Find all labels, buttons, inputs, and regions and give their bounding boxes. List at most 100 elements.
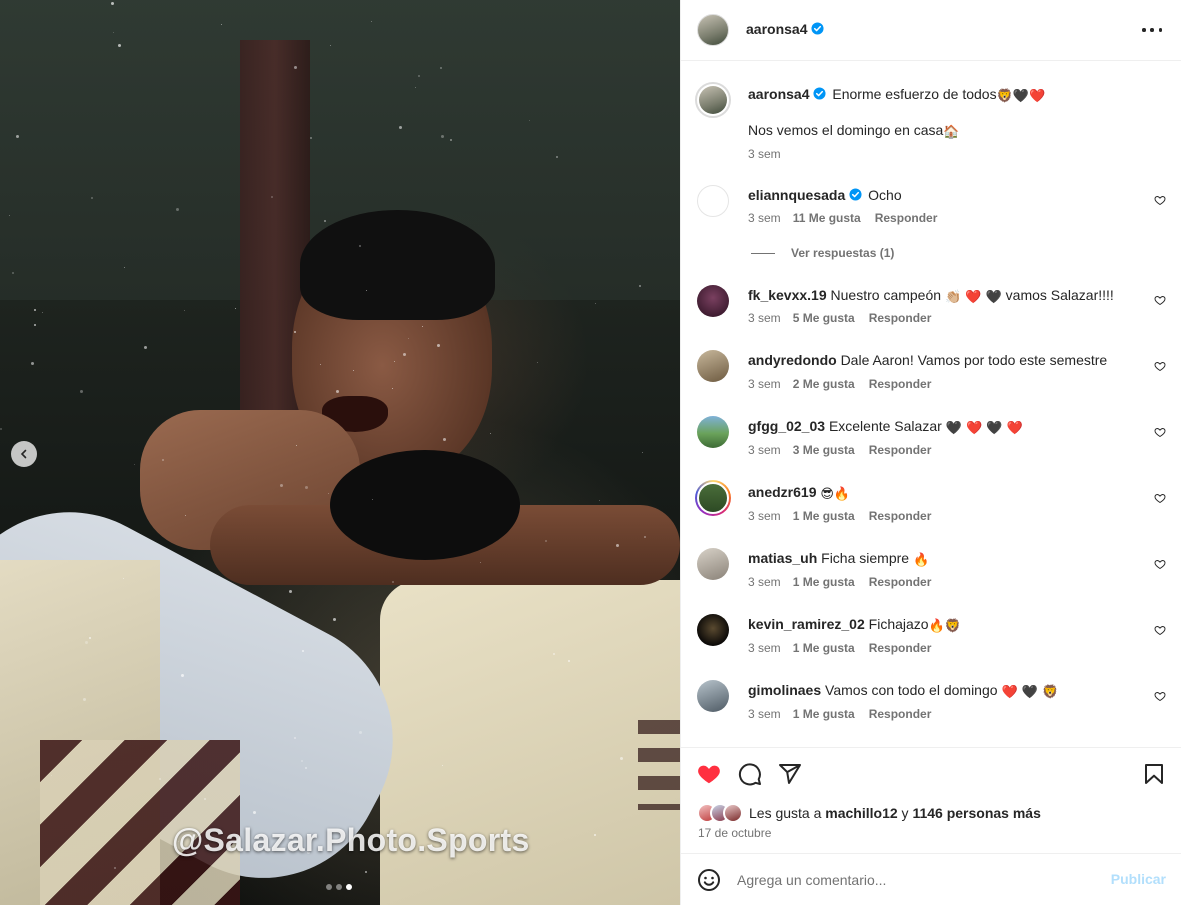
commenter-username[interactable]: eliannquesada xyxy=(748,187,845,203)
commenter-username[interactable]: gimolinaes xyxy=(748,682,821,698)
commenter-username[interactable]: matias_uh xyxy=(748,550,817,566)
rain-drop xyxy=(644,536,646,538)
commenter-avatar[interactable] xyxy=(697,416,729,448)
rain-drop xyxy=(310,137,312,139)
comment-time[interactable]: 3 sem xyxy=(748,707,781,721)
view-replies-label: Ver respuestas (1) xyxy=(791,246,895,260)
comment-text: Ficha siempre xyxy=(821,550,910,566)
liker-username[interactable]: machillo12 xyxy=(825,805,897,821)
commenter-avatar[interactable] xyxy=(697,614,729,646)
comment-time[interactable]: 3 sem xyxy=(748,443,781,457)
comment-time[interactable]: 3 sem xyxy=(748,311,781,325)
comment-like-heart-icon[interactable] xyxy=(1154,294,1166,306)
commenter-avatar[interactable] xyxy=(697,350,729,382)
rain-drop xyxy=(294,66,297,69)
author-username[interactable]: aaronsa4 xyxy=(746,21,807,37)
more-dot-icon xyxy=(1150,28,1154,32)
commenter-username[interactable]: gfgg_02_03 xyxy=(748,418,825,434)
comment-time[interactable]: 3 sem xyxy=(748,575,781,589)
post-date[interactable]: 17 de octubre xyxy=(698,826,771,840)
comment-input[interactable] xyxy=(737,864,1087,896)
comment-like-heart-icon[interactable] xyxy=(1154,492,1166,504)
caption-line2: Nos vemos el domingo en casa xyxy=(748,122,944,138)
reply-button[interactable]: Responder xyxy=(869,443,932,457)
caption-username[interactable]: aaronsa4 xyxy=(748,86,809,102)
reply-button[interactable]: Responder xyxy=(869,575,932,589)
comment-likes[interactable]: 1 Me gusta xyxy=(793,575,855,589)
clap-heart-emoji-icon: 👏🏼 ❤️ 🖤 xyxy=(944,290,1002,305)
emoji-smiley-icon[interactable] xyxy=(697,868,721,892)
comment-meta: 3 sem 1 Me gusta Responder xyxy=(748,641,931,655)
comment-icon[interactable] xyxy=(738,762,762,786)
carousel-prev-button[interactable] xyxy=(11,441,37,467)
commenter-username[interactable]: fk_kevxx.19 xyxy=(748,287,827,303)
share-icon[interactable] xyxy=(778,762,802,786)
rain-drop xyxy=(365,871,367,873)
commenter-avatar-story-ring[interactable] xyxy=(695,480,731,516)
caption-time[interactable]: 3 sem xyxy=(748,147,781,161)
lion-emoji-icon: 🦁 xyxy=(996,89,1013,104)
comment-time[interactable]: 3 sem xyxy=(748,211,781,225)
comment-likes[interactable]: 11 Me gusta xyxy=(793,211,861,225)
rain-drop xyxy=(204,798,206,800)
rain-drop xyxy=(324,220,326,222)
commenter-username[interactable]: anedzr619 xyxy=(748,484,816,500)
photo-jersey-letters xyxy=(638,720,680,810)
comment-likes[interactable]: 1 Me gusta xyxy=(793,509,855,523)
comment-like-heart-icon[interactable] xyxy=(1154,624,1166,636)
commenter-avatar[interactable] xyxy=(697,185,729,217)
reply-button[interactable]: Responder xyxy=(869,641,932,655)
reply-button[interactable]: Responder xyxy=(869,377,932,391)
likes-joiner: y xyxy=(901,805,909,821)
comment-like-heart-icon[interactable] xyxy=(1154,690,1166,702)
reply-button[interactable]: Responder xyxy=(869,311,932,325)
rain-drop xyxy=(159,778,161,780)
commenter-avatar[interactable] xyxy=(697,548,729,580)
comment-meta: 3 sem 11 Me gusta Responder xyxy=(748,211,937,225)
reply-button[interactable]: Responder xyxy=(869,509,932,523)
instagram-post-modal: @Salazar.Photo.Sports aaronsa4 aaronsa4 … xyxy=(0,0,1181,905)
caption-avatar[interactable] xyxy=(695,82,731,118)
publish-button[interactable]: Publicar xyxy=(1111,871,1166,887)
verified-badge-icon xyxy=(849,188,862,201)
author-avatar[interactable] xyxy=(697,14,729,46)
save-bookmark-icon[interactable] xyxy=(1142,762,1166,786)
comment-like-heart-icon[interactable] xyxy=(1154,360,1166,372)
commenter-username[interactable]: andyredondo xyxy=(748,352,837,368)
rain-drop xyxy=(399,126,402,129)
commenter-avatar[interactable] xyxy=(697,285,729,317)
comments-list[interactable]: aaronsa4 Enorme esfuerzo de todos🦁🖤❤️ No… xyxy=(681,61,1181,747)
reply-button[interactable]: Responder xyxy=(869,707,932,721)
comment-like-heart-icon[interactable] xyxy=(1154,558,1166,570)
post-photo[interactable]: @Salazar.Photo.Sports xyxy=(0,0,680,905)
comment-time[interactable]: 3 sem xyxy=(748,641,781,655)
commenter-avatar[interactable] xyxy=(697,680,729,712)
fire-lion-emoji-icon: 🔥🦁 xyxy=(928,619,961,634)
comment-time[interactable]: 3 sem xyxy=(748,509,781,523)
comment-likes[interactable]: 1 Me gusta xyxy=(793,707,855,721)
comment-text: Excelente Salazar xyxy=(828,418,942,434)
rain-drop xyxy=(280,484,283,487)
view-replies-button[interactable]: Ver respuestas (1) xyxy=(751,246,894,260)
reply-button[interactable]: Responder xyxy=(875,211,938,225)
rain-drop xyxy=(529,120,530,121)
comment-likes[interactable]: 2 Me gusta xyxy=(793,377,855,391)
rain-drop xyxy=(353,370,354,371)
comment-likes[interactable]: 3 Me gusta xyxy=(793,443,855,457)
comment-item: kevin_ramirez_02 Fichajazo🔥🦁 3 sem 1 Me g… xyxy=(681,614,1181,655)
rain-drop xyxy=(294,737,296,739)
rain-drop xyxy=(450,139,452,141)
liked-heart-icon[interactable] xyxy=(697,762,721,786)
comment-like-heart-icon[interactable] xyxy=(1154,194,1166,206)
comment-like-heart-icon[interactable] xyxy=(1154,426,1166,438)
likes-others-link[interactable]: 1146 personas más xyxy=(912,805,1040,821)
comment-item: anedzr619 😎🔥 3 sem 1 Me gusta Responder xyxy=(681,480,1181,523)
comment-likes[interactable]: 5 Me gusta xyxy=(793,311,855,325)
comment-likes[interactable]: 1 Me gusta xyxy=(793,641,855,655)
comment-time[interactable]: 3 sem xyxy=(748,377,781,391)
more-dot-icon xyxy=(1142,28,1146,32)
commenter-username[interactable]: kevin_ramirez_02 xyxy=(748,616,865,632)
sunglasses-fire-emoji-icon: 😎🔥 xyxy=(820,487,851,502)
more-options-button[interactable] xyxy=(1142,22,1162,38)
photo-watermark: @Salazar.Photo.Sports xyxy=(172,822,530,858)
